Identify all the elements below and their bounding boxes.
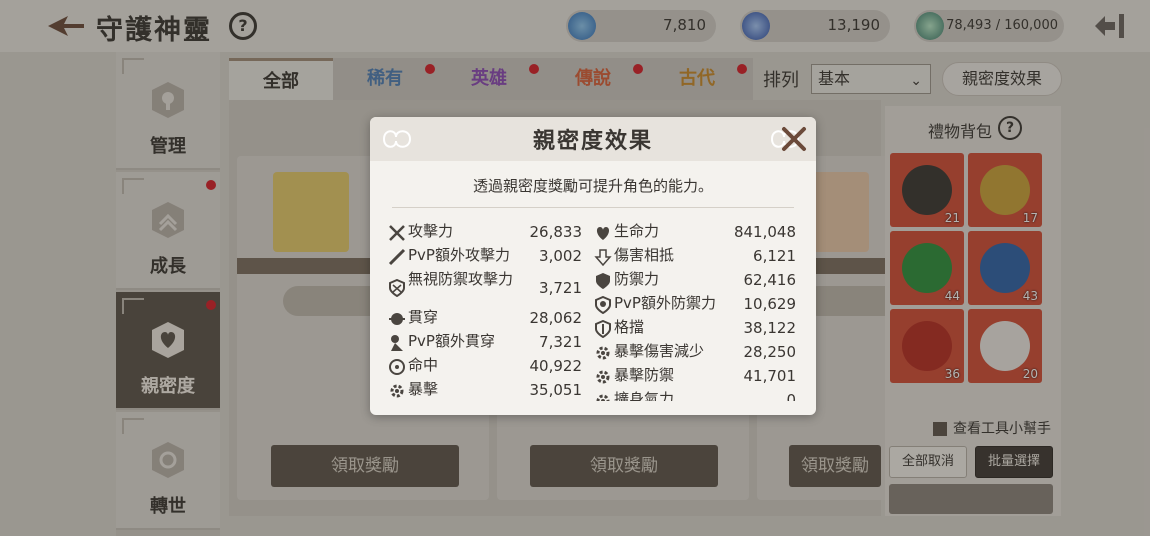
stat-row: 生命力 841,048 [592, 221, 800, 245]
stats-list[interactable]: 攻擊力 26,833 PvP額外攻擊力 3,002 無視防禦攻擊力 3,721 … [386, 217, 800, 401]
pvp-shield-icon [595, 296, 611, 314]
crit-reduce-gear-icon [596, 346, 610, 360]
stat-row: 暴擊防禦 41,701 [592, 365, 800, 389]
stat-row: 格擋 38,122 [592, 317, 800, 341]
stat-value: 6,121 [753, 247, 796, 265]
modal-description: 透過親密度獎勵可提升角色的能力。 [472, 177, 713, 195]
stat-value: 841,048 [733, 223, 796, 241]
divider [392, 207, 794, 208]
pvp-pierce-icon [391, 335, 403, 351]
crossed-swords-icon [389, 225, 405, 241]
stat-value: 41,701 [743, 367, 797, 385]
close-icon[interactable] [778, 123, 810, 155]
stat-name: 暴擊傷害減少 [614, 342, 705, 360]
stat-name: 格擋 [614, 318, 645, 336]
stat-name: PvP額外貫穿 [408, 332, 495, 350]
stat-value: 7,321 [539, 333, 582, 351]
stat-value: 26,833 [529, 223, 583, 241]
stat-name: 傷害相抵 [614, 246, 675, 264]
stat-row: 貫穿 28,062 [386, 307, 586, 331]
stat-value: 3,721 [539, 279, 582, 297]
stat-value: 10,629 [743, 295, 797, 313]
stats-column-right: 生命力 841,048 傷害相抵 6,121 防禦力 62,416 PvP額外防… [592, 221, 800, 401]
stat-name: 擴身氣力 [614, 390, 675, 402]
stat-value: 28,062 [529, 309, 583, 327]
stat-name: 生命力 [614, 222, 660, 240]
stat-row: PvP額外貫穿 7,321 [386, 331, 586, 355]
shield-break-icon [389, 279, 405, 297]
stat-row: 防禦力 62,416 [592, 269, 800, 293]
affinity-effect-modal: 親密度效果 透過親密度獎勵可提升角色的能力。 攻擊力 26,833 PvP額外攻… [370, 117, 816, 415]
stat-row: 傷害相抵 6,121 [592, 245, 800, 269]
stat-row: 暴擊傷害減少 28,250 [592, 341, 800, 365]
shield-icon [596, 273, 610, 289]
stat-row: PvP額外攻擊力 3,002 [386, 245, 586, 269]
stat-row: 無視防禦攻擊力 3,721 [386, 269, 586, 307]
stat-value: 35,051 [529, 381, 583, 399]
block-shield-icon [595, 320, 611, 338]
stats-column-left: 攻擊力 26,833 PvP額外攻擊力 3,002 無視防禦攻擊力 3,721 … [386, 221, 586, 401]
crit-defense-gear-icon [596, 370, 610, 384]
stat-value: 0 [786, 391, 796, 401]
stat-row: 命中 40,922 [386, 355, 586, 379]
stat-row: 暴擊 35,051 [386, 379, 586, 401]
stat-value: 3,002 [539, 247, 582, 265]
stat-name: 暴擊 [408, 380, 439, 398]
modal-header: 親密度效果 [370, 117, 816, 161]
stat-name: 命中 [408, 356, 439, 374]
stat-value: 28,250 [743, 343, 797, 361]
stat-name: 無視防禦攻擊力 [408, 270, 514, 288]
stat-value: 62,416 [743, 271, 797, 289]
stat-row: 擴身氣力 0 [592, 389, 800, 401]
stat-name: 攻擊力 [408, 222, 454, 240]
energy-gear-icon [596, 394, 610, 401]
down-arrow-icon [594, 249, 612, 266]
heart-icon [596, 227, 610, 240]
stat-value: 38,122 [743, 319, 797, 337]
stat-value: 40,922 [529, 357, 583, 375]
pierce-icon [389, 313, 405, 325]
stat-name: 暴擊防禦 [614, 366, 675, 384]
critical-gear-icon [390, 384, 404, 398]
sword-icon [388, 248, 406, 266]
stat-name: PvP額外攻擊力 [408, 246, 510, 264]
stat-name: PvP額外防禦力 [614, 294, 716, 312]
crosshair-icon [389, 359, 405, 375]
stat-row: 攻擊力 26,833 [386, 221, 586, 245]
stat-name: 貫穿 [408, 308, 439, 326]
stat-row: PvP額外防禦力 10,629 [592, 293, 800, 317]
stat-name: 防禦力 [614, 270, 660, 288]
modal-title: 親密度效果 [532, 129, 653, 154]
